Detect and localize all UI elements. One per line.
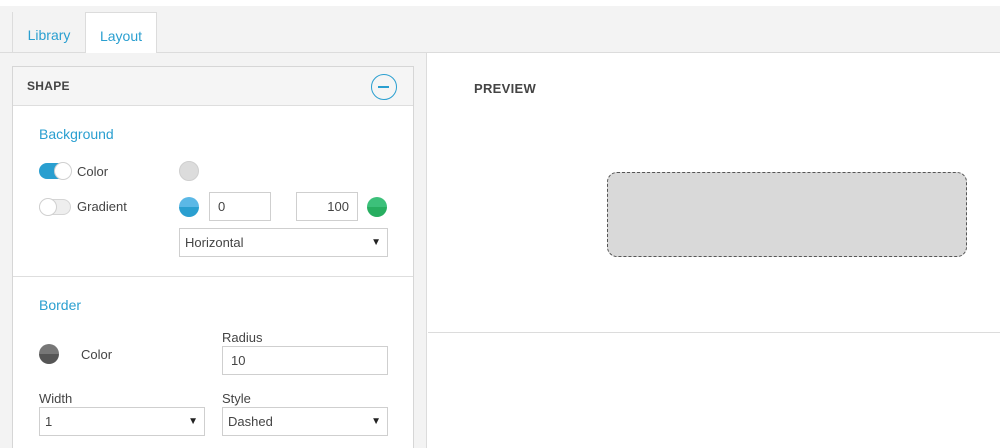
- border-color-swatch[interactable]: [39, 344, 59, 364]
- gradient-direction-select[interactable]: Horizontal ▼: [179, 228, 388, 257]
- toggle-knob: [39, 198, 57, 216]
- gradient-label: Gradient: [77, 199, 127, 214]
- toggle-knob: [54, 162, 72, 180]
- preview-shape: [607, 172, 967, 257]
- gradient-end-color-swatch[interactable]: [367, 197, 387, 217]
- gradient-end-input[interactable]: 100: [296, 192, 358, 221]
- shape-card-title: SHAPE: [27, 79, 70, 93]
- tab-library[interactable]: Library: [12, 12, 85, 59]
- border-style-value: Dashed: [228, 414, 273, 429]
- border-section-title: Border: [39, 297, 82, 313]
- settings-panel: SHAPE Background Color Gradient 0 100 Ho…: [0, 53, 427, 448]
- caret-down-icon: ▼: [188, 416, 198, 427]
- border-color-label: Color: [81, 347, 113, 362]
- background-color-swatch[interactable]: [179, 161, 199, 181]
- border-style-select[interactable]: Dashed ▼: [222, 407, 388, 436]
- shape-card: SHAPE Background Color Gradient 0 100 Ho…: [12, 66, 414, 448]
- background-color-toggle[interactable]: [39, 162, 72, 180]
- border-width-value: 1: [45, 414, 53, 429]
- gradient-start-input[interactable]: 0: [209, 192, 271, 221]
- gradient-toggle[interactable]: [39, 198, 71, 216]
- style-label: Style: [222, 391, 251, 406]
- gradient-start-color-swatch[interactable]: [179, 197, 199, 217]
- radius-label: Radius: [222, 330, 263, 345]
- border-width-select[interactable]: 1 ▼: [39, 407, 205, 436]
- caret-down-icon: ▼: [371, 237, 381, 248]
- gradient-direction-value: Horizontal: [185, 235, 244, 250]
- background-color-label: Color: [77, 164, 109, 179]
- preview-panel: PREVIEW: [428, 53, 1000, 448]
- section-divider: [13, 276, 413, 277]
- shape-card-header: SHAPE: [13, 67, 413, 106]
- caret-down-icon: ▼: [371, 416, 381, 427]
- tab-bar: Library Layout: [0, 0, 1000, 60]
- preview-divider: [428, 332, 1000, 333]
- preview-title: PREVIEW: [474, 81, 537, 96]
- background-section-title: Background: [39, 126, 114, 142]
- radius-input[interactable]: 10: [222, 346, 388, 375]
- collapse-minus-icon[interactable]: [371, 74, 397, 100]
- width-label: Width: [39, 391, 73, 406]
